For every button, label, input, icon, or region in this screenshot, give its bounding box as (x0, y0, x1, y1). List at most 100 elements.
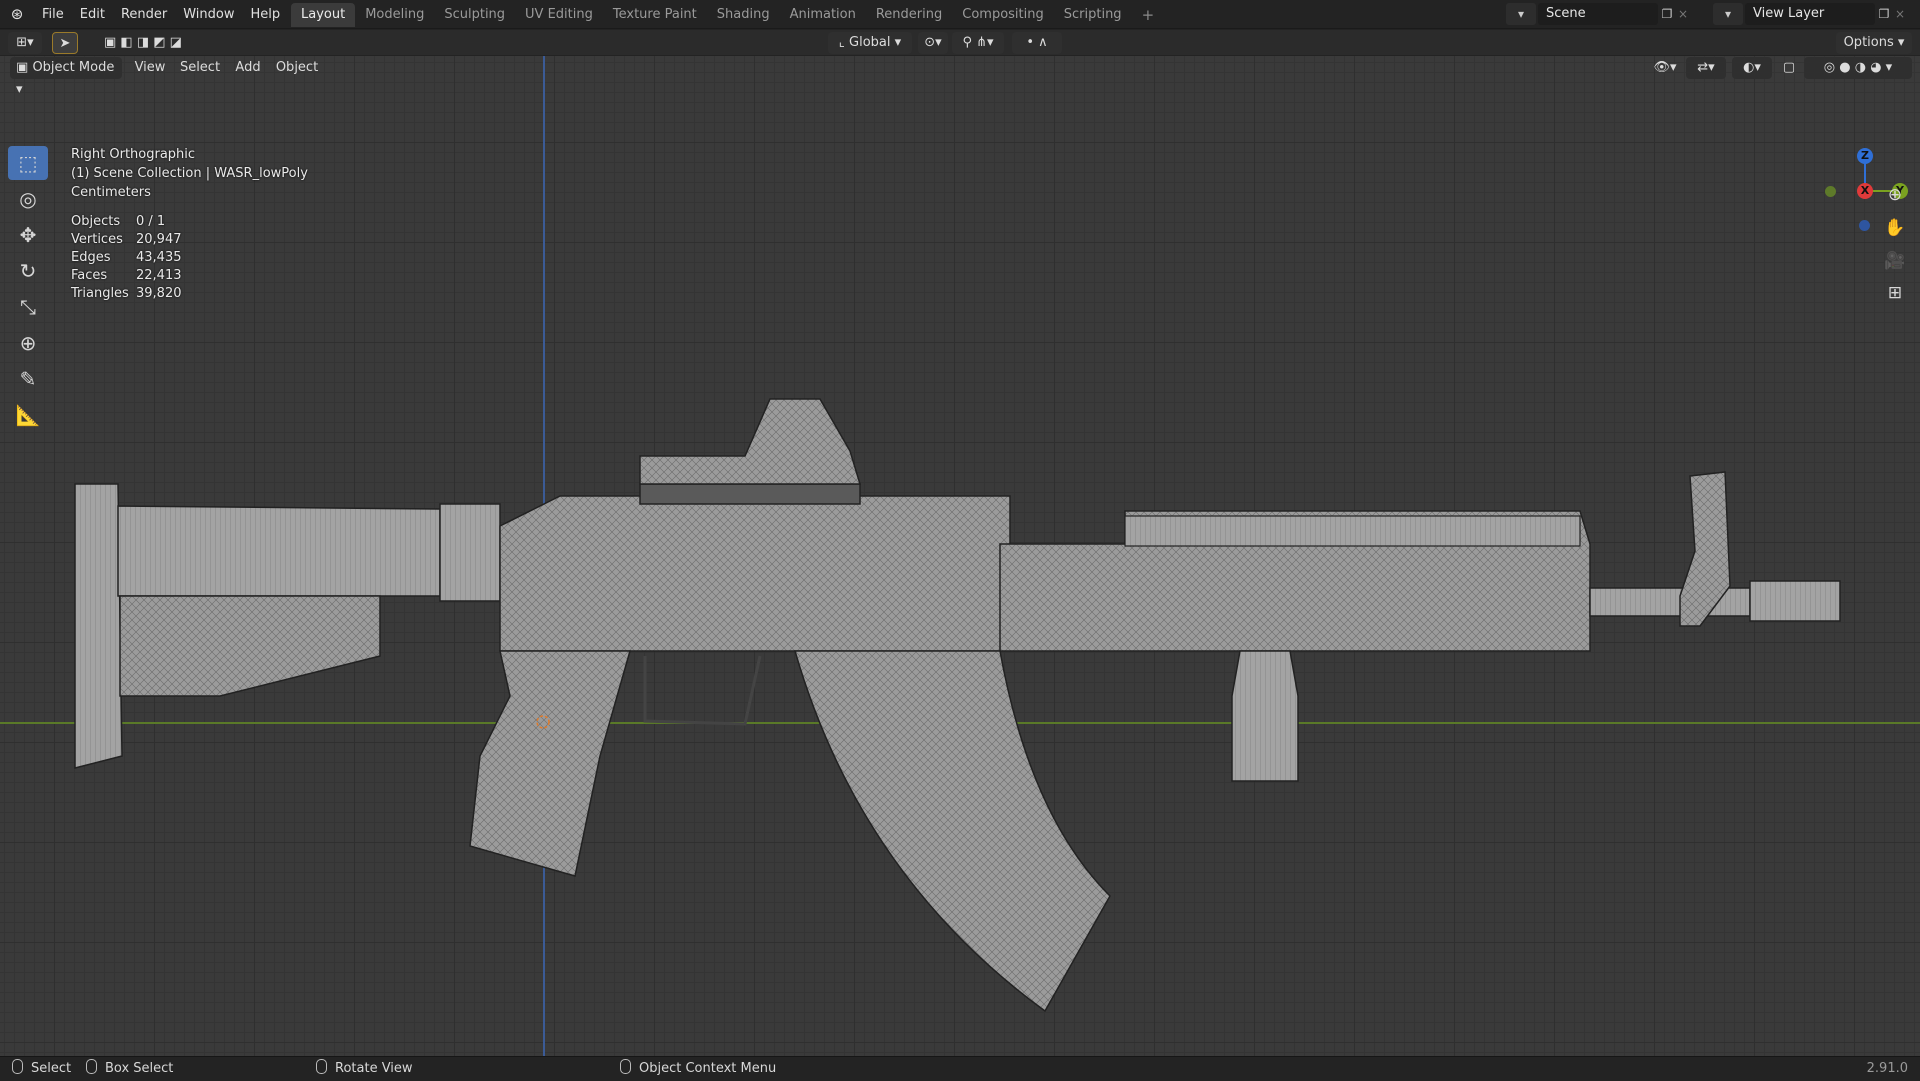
stat-value: 22,413 (136, 268, 182, 283)
tab-animation[interactable]: Animation (780, 3, 866, 27)
stock-tube (439, 503, 501, 602)
menu-select[interactable]: Select (174, 57, 226, 79)
tab-shading[interactable]: Shading (707, 3, 780, 27)
pan-hand-icon[interactable]: ✋ (1880, 213, 1910, 243)
stock-body (117, 505, 441, 597)
tab-scripting[interactable]: Scripting (1054, 3, 1132, 27)
status-context-label: Object Context Menu (639, 1061, 777, 1076)
stat-value: 0 / 1 (136, 214, 166, 229)
menu-add[interactable]: Add (228, 57, 268, 79)
visibility-icon[interactable]: 👁▾ (1648, 57, 1682, 79)
status-box-select-label: Box Select (105, 1061, 174, 1076)
snap-icon[interactable]: ⚲ ⋔▾ (952, 32, 1004, 54)
chevron-down-icon: ▾ (1897, 35, 1905, 50)
tool-shelf: ⬚ ◎ ✥ ↻ ⤡ ⊕ ✎ 📐 (8, 146, 52, 434)
select-tool-icon[interactable]: ➤ (52, 32, 78, 54)
workspace-tabs: Layout Modeling Sculpting UV Editing Tex… (291, 3, 1164, 27)
scene-statistics: Objects 0 / 1 Vertices 20,947 Edges 43,435 … (71, 213, 182, 303)
view-layer-new-icon[interactable]: ❐ (1877, 3, 1891, 25)
scene-close-icon[interactable]: × (1676, 3, 1690, 25)
menu-render[interactable]: Render (113, 0, 175, 29)
status-rotate-view: Rotate View (316, 1057, 413, 1081)
stat-row: Vertices 20,947 (71, 231, 182, 249)
transform-tool-icon[interactable]: ⊕ (8, 326, 48, 360)
gizmo-neg-z-icon[interactable] (1859, 220, 1870, 231)
selection-mode-icons[interactable]: ▣ ◧ ◨ ◩ ◪ (90, 32, 196, 54)
blender-version: 2.91.0 (1866, 1061, 1908, 1076)
zoom-icon[interactable]: ⊕ (1880, 180, 1910, 210)
shading-mode-icons[interactable]: ◎ ● ◑ ◕ ▾ (1804, 57, 1912, 79)
collection-info: (1) Scene Collection | WASR_lowPoly (71, 166, 308, 181)
stock-butt (74, 483, 123, 769)
magazine (794, 650, 1111, 1013)
view-layer-name-field[interactable]: View Layer (1745, 3, 1875, 25)
tab-modeling[interactable]: Modeling (355, 3, 434, 27)
tab-rendering[interactable]: Rendering (866, 3, 952, 27)
3d-viewport[interactable]: Right Orthographic (1) Scene Collection … (0, 56, 1920, 1056)
menu-file[interactable]: File (34, 0, 72, 29)
orientation-icon: ⌞ (838, 35, 845, 50)
camera-icon[interactable]: 🎥 (1880, 246, 1910, 276)
stock-lower (119, 595, 381, 697)
scene-new-icon[interactable]: ❐ (1660, 3, 1674, 25)
mouse-right-icon (620, 1059, 631, 1074)
add-workspace-icon[interactable]: + (1132, 3, 1165, 27)
optic (639, 398, 862, 485)
measure-tool-icon[interactable]: 📐 (8, 398, 48, 432)
transform-orientation-dropdown[interactable]: ⌞ Global ▾ (828, 32, 912, 54)
rifle-model[interactable] (0, 56, 1920, 1056)
status-box-select: Box Select (86, 1057, 173, 1081)
tab-sculpting[interactable]: Sculpting (434, 3, 515, 27)
gizmo-neg-y-icon[interactable] (1825, 186, 1836, 197)
view-layer-close-icon[interactable]: × (1893, 3, 1907, 25)
blender-logo-icon[interactable]: ⊛ (7, 5, 27, 23)
receiver (499, 495, 1011, 652)
editor-type-icon[interactable]: ⊞▾ (8, 32, 42, 54)
options-dropdown[interactable]: Options ▾ (1836, 32, 1912, 54)
xray-icon[interactable]: ▢ (1778, 57, 1800, 79)
tab-texture-paint[interactable]: Texture Paint (603, 3, 707, 27)
scene-name-field[interactable]: Scene (1538, 3, 1658, 25)
menu-edit[interactable]: Edit (72, 0, 113, 29)
stat-value: 20,947 (136, 232, 182, 247)
proportional-edit-icon[interactable]: • ∧ (1012, 32, 1062, 54)
overlays-icon[interactable]: ◐▾ (1732, 57, 1772, 79)
tab-layout[interactable]: Layout (291, 3, 356, 27)
menu-window[interactable]: Window (175, 0, 242, 29)
gizmo-toggle-icon[interactable]: ⇄▾ (1686, 57, 1726, 79)
object-mode-dropdown[interactable]: ▣ Object Mode ▾ (10, 57, 122, 97)
scale-tool-icon[interactable]: ⤡ (8, 290, 48, 324)
ortho-grid-icon[interactable]: ⊞ (1880, 278, 1910, 308)
foregrip (1231, 650, 1299, 782)
menu-help[interactable]: Help (243, 0, 289, 29)
options-label: Options (1843, 35, 1894, 50)
scene-selector: ▾ Scene ❐ × (1506, 3, 1690, 25)
tool-header: ⊞▾ ➤ ▣ ◧ ◨ ◩ ◪ ⌞ Global ▾ ⊙▾ ⚲ ⋔▾ • ∧ Op… (0, 30, 1920, 55)
stat-value: 43,435 (136, 250, 182, 265)
scene-browse-icon[interactable]: ▾ (1506, 3, 1536, 25)
tab-uv-editing[interactable]: UV Editing (515, 3, 603, 27)
mouse-middle-icon (316, 1059, 327, 1074)
stat-label: Faces (71, 268, 108, 283)
stat-row: Edges 43,435 (71, 249, 182, 267)
status-rotate-label: Rotate View (335, 1061, 413, 1076)
menu-object[interactable]: Object (270, 57, 324, 79)
handguard-rail (1124, 515, 1581, 547)
tab-compositing[interactable]: Compositing (952, 3, 1054, 27)
annotate-tool-icon[interactable]: ✎ (8, 362, 48, 396)
gizmo-z-icon[interactable]: Z (1857, 148, 1873, 164)
gizmo-x-icon[interactable]: X (1857, 183, 1873, 199)
stat-label: Edges (71, 250, 111, 265)
chevron-down-icon: ▾ (16, 82, 23, 97)
cursor-tool-icon[interactable]: ◎ (8, 182, 48, 216)
rotate-tool-icon[interactable]: ↻ (8, 254, 48, 288)
viewport-info: Right Orthographic (1) Scene Collection … (71, 145, 308, 202)
view-layer-browse-icon[interactable]: ▾ (1713, 3, 1743, 25)
trigger-guard (643, 655, 762, 726)
menu-view[interactable]: View (128, 57, 172, 79)
move-tool-icon[interactable]: ✥ (8, 218, 48, 252)
select-box-tool-icon[interactable]: ⬚ (8, 146, 48, 180)
stat-label: Triangles (71, 286, 129, 301)
viewport-header: ▣ Object Mode ▾ View Select Add Object 👁… (0, 55, 1920, 97)
pivot-point-icon[interactable]: ⊙▾ (918, 32, 948, 54)
